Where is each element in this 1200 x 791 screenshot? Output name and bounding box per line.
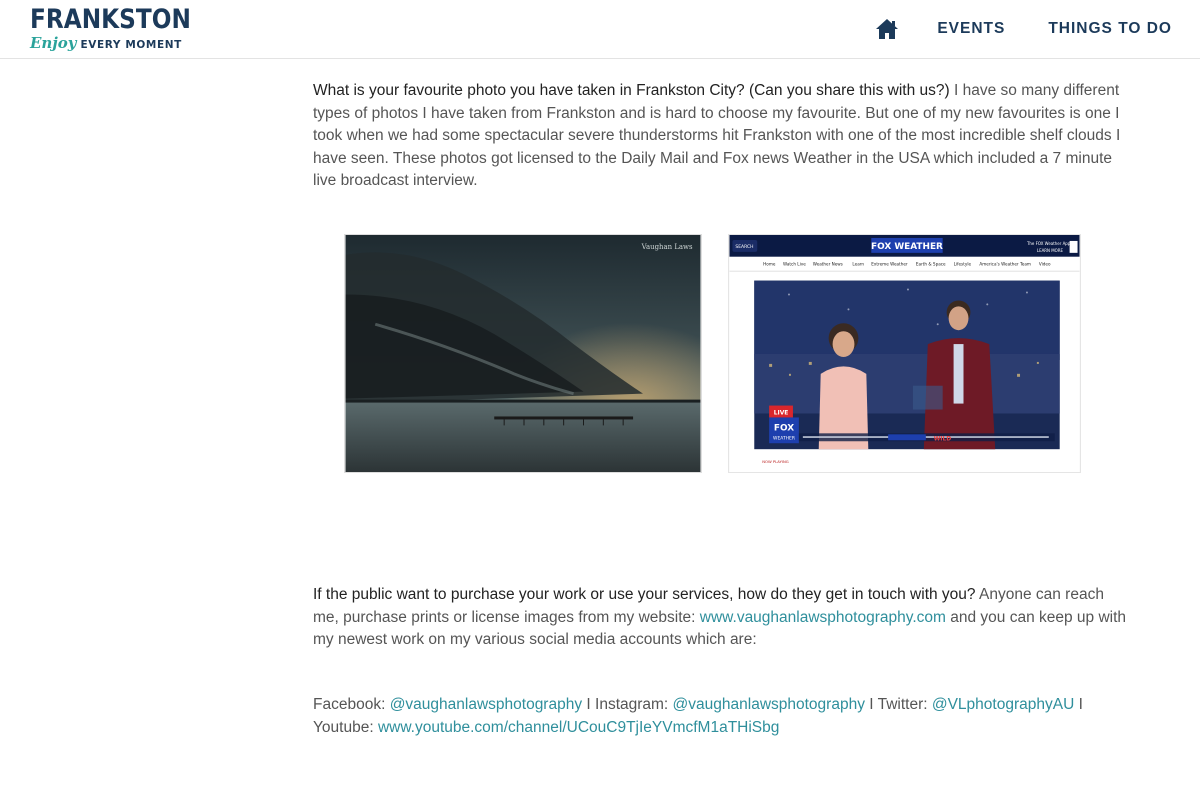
fox-live-badge: LIVE [774, 409, 789, 416]
shelf-cloud-photo[interactable]: Vaughan Laws [344, 234, 702, 473]
youtube-link[interactable]: www.youtube.com/channel/UCouC9TjIeYVmcfM… [378, 719, 779, 736]
fox-menu-weather-news: Weather News [813, 262, 843, 267]
fox-ticker-wild: WILD [934, 435, 952, 442]
fox-menu-watch-live: Watch Live [783, 262, 806, 267]
fox-app-label: The FOX Weather App [1026, 241, 1071, 246]
article-paragraph-2: If the public want to purchase your work… [313, 584, 1133, 652]
logo-enjoy: Enjoy [30, 34, 77, 52]
facebook-label: Facebook: [313, 696, 390, 713]
logo-subline: Enjoy EVERY MOMENT [30, 34, 217, 52]
home-icon[interactable] [875, 18, 899, 40]
logo-tagline: EVERY MOMENT [80, 39, 182, 51]
instagram-label: I Instagram: [582, 696, 673, 713]
fox-menu-home: Home [763, 262, 776, 267]
fox-weather-logo: FOX WEATHER [871, 242, 943, 252]
facebook-link[interactable]: @vaughanlawsphotography [390, 696, 582, 713]
fox-menu-learn: Learn [852, 262, 864, 267]
twitter-link[interactable]: @VLphotographyAU [932, 696, 1074, 713]
fox-menu-video: Video [1039, 262, 1051, 267]
contact-paragraph: If the public want to purchase your work… [313, 584, 1133, 652]
question-contact: If the public want to purchase your work… [313, 586, 976, 603]
fox-learn-more: LEARN MORE [1037, 248, 1064, 253]
nav-events[interactable]: EVENTS [937, 20, 1005, 38]
website-link[interactable]: www.vaughanlawsphotography.com [700, 609, 946, 626]
main-nav: EVENTS THINGS TO DO [875, 18, 1172, 40]
instagram-link[interactable]: @vaughanlawsphotography [673, 696, 865, 713]
article-paragraph-3: Facebook: @vaughanlawsphotography I Inst… [313, 694, 1133, 739]
article-paragraph-1: What is your favourite photo you have ta… [313, 80, 1133, 193]
question-favourite-photo: What is your favourite photo you have ta… [313, 82, 950, 99]
frankston-logo[interactable]: FRANKSTON Enjoy EVERY MOMENT [30, 4, 217, 53]
fox-bug-logo: FOX [774, 423, 794, 433]
social-links-paragraph: Facebook: @vaughanlawsphotography I Inst… [313, 694, 1133, 739]
fox-weather-screenshot[interactable]: SEARCH FOX WEATHER The FOX Weather App L… [728, 234, 1081, 473]
favourite-photo-paragraph: What is your favourite photo you have ta… [313, 80, 1133, 193]
fox-menu-extreme: Extreme Weather [871, 262, 908, 267]
twitter-label: I Twitter: [864, 696, 932, 713]
fox-menu-team: America's Weather Team [979, 262, 1031, 267]
photo-gallery: Vaughan Laws SEARCH FOX WEATHER The FOX … [344, 234, 1084, 474]
logo-wordmark: FRANKSTON [30, 4, 191, 35]
fox-menu-earth: Earth & Space [916, 262, 946, 267]
fox-now-playing: NOW PLAYING [762, 460, 789, 464]
storm-watermark: Vaughan Laws [641, 243, 693, 251]
site-header: FRANKSTON Enjoy EVERY MOMENT EVENTS THIN… [0, 0, 1200, 59]
fox-menu-lifestyle: Lifestyle [954, 262, 972, 267]
fox-search-label: SEARCH [735, 244, 753, 250]
nav-things-to-do[interactable]: THINGS TO DO [1048, 20, 1172, 38]
fox-bug-weather: WEATHER [773, 435, 795, 441]
